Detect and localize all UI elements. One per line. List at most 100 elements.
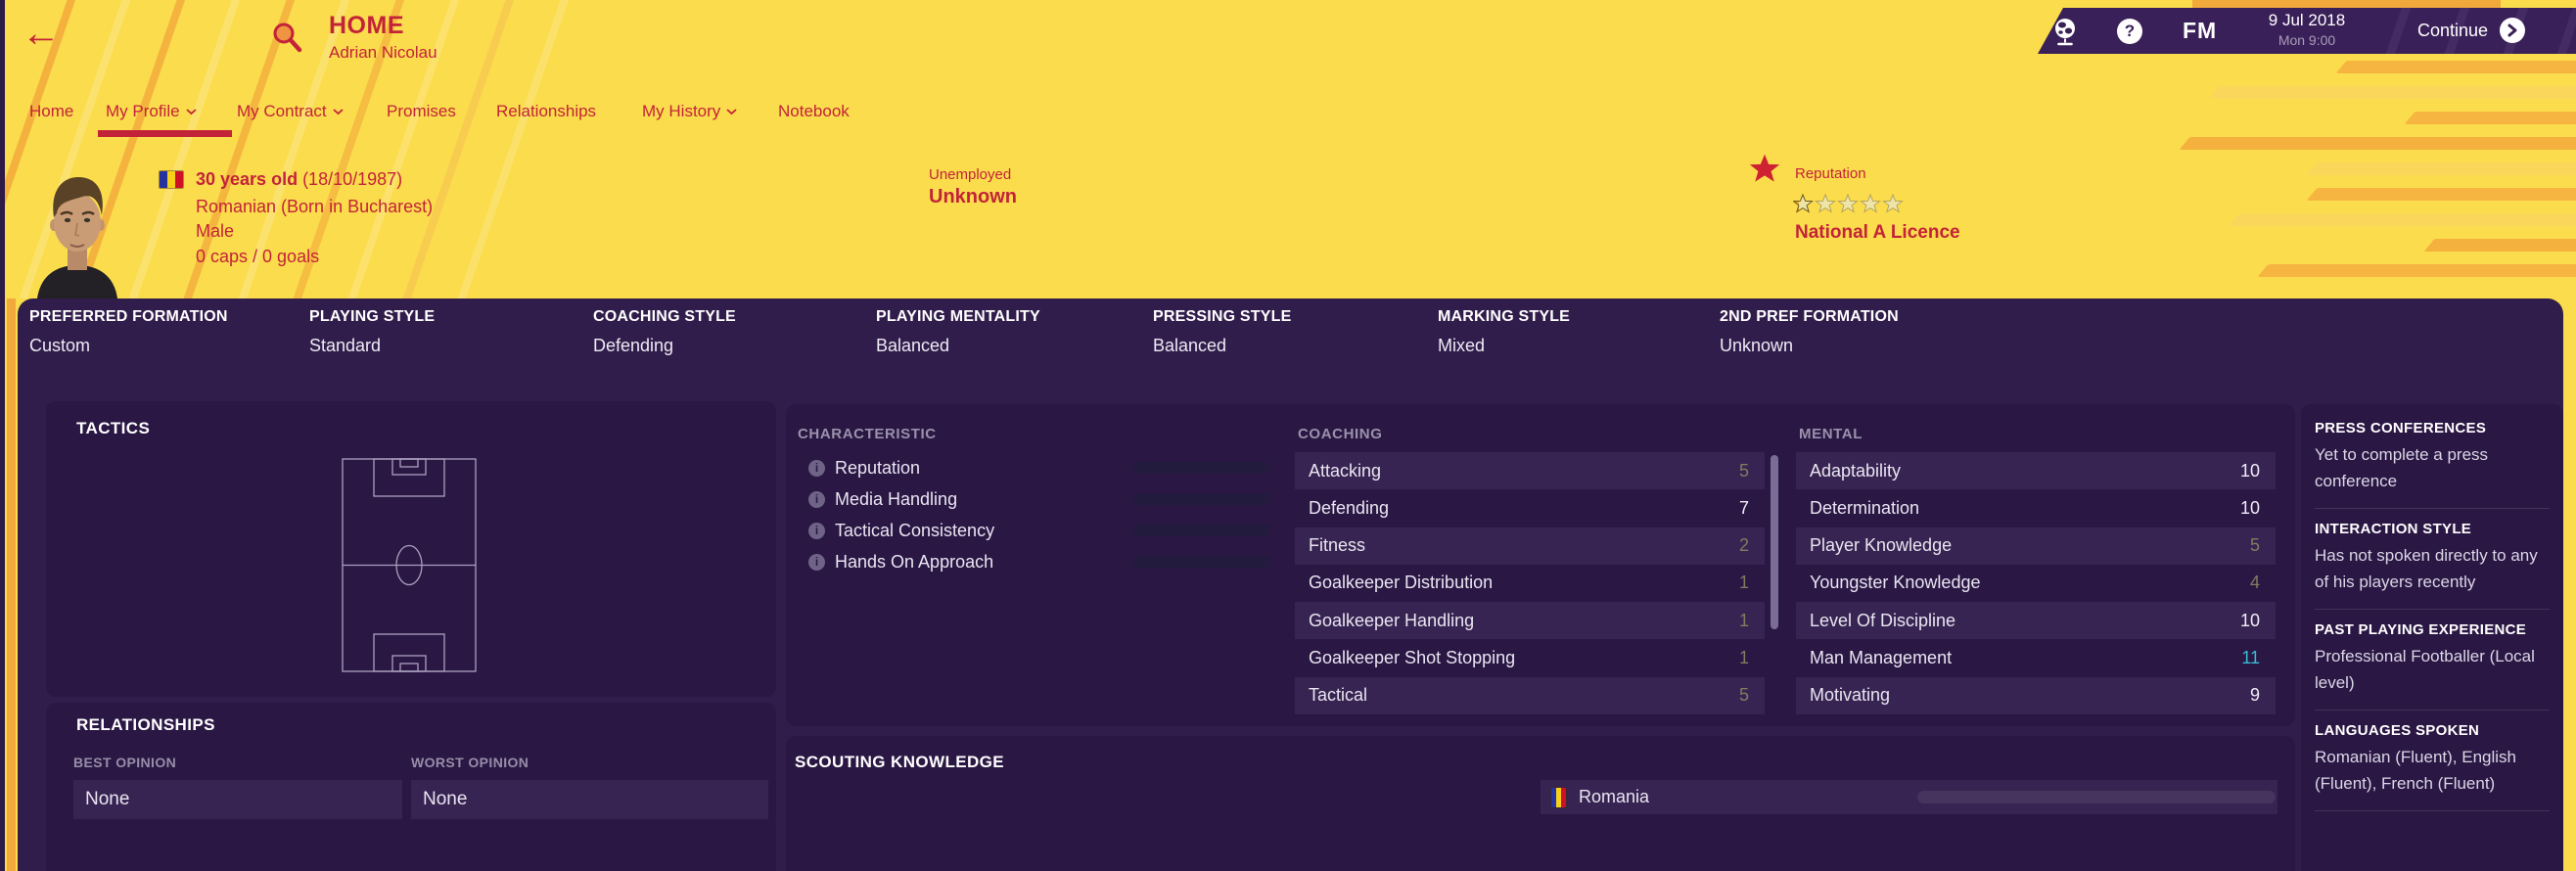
mental-header: MENTAL [1799,426,1863,442]
attribute-label: Attacking [1309,460,1382,481]
summary-label: 2ND PREF FORMATION [1720,308,1899,325]
attribute-row: Man Management 11 [1796,639,2276,676]
employment-status: Unemployed [929,166,1012,183]
nav-label: Relationships [496,102,597,120]
attribute-row: Goalkeeper Shot Stopping 1 [1295,639,1765,676]
attribute-value: 9 [2249,685,2260,706]
attribute-row: Tactical 5 [1295,676,1765,714]
info-icon[interactable]: i [808,522,825,539]
attribute-value: 1 [1738,573,1749,593]
top-bar: ? FM 9 Jul 2018 Mon 9:00 Continue [2038,8,2576,54]
club-name: Unknown [929,186,1017,207]
characteristic-bar [1133,525,1270,536]
football-pitch-diagram [342,458,477,677]
section-text: Has not spoken directly to any of his pl… [2315,546,2538,591]
summary-value: Standard [309,336,382,355]
summary-value: Mixed [1438,336,1486,355]
section-title: INTERACTION STYLE [2315,521,2472,537]
manager-info-side-panel: PRESS CONFERENCES Yet to complete a pres… [2301,404,2563,871]
attribute-label: Fitness [1309,535,1366,556]
summary-value: Defending [593,336,674,355]
attribute-row: Goalkeeper Distribution 1 [1295,565,1765,602]
attribute-label: Man Management [1810,648,1953,668]
attribute-value: 10 [2239,497,2260,518]
past-playing-experience-section: PAST PLAYING EXPERIENCE Professional Foo… [2315,610,2550,711]
attribute-label: Goalkeeper Handling [1309,610,1475,630]
profile-nationality: Romanian (Born in Bucharest) [196,197,434,216]
help-icon[interactable]: ? [2117,19,2142,44]
attribute-row: Player Knowledge 5 [1796,527,2276,565]
attribute-value: 11 [2241,648,2260,668]
continue-button[interactable]: Continue [2417,18,2526,43]
age-rest: (18/10/1987) [298,169,403,189]
characteristic-bar [1133,462,1270,474]
romania-flag-icon [159,170,184,189]
attribute-row: Fitness 2 [1295,527,1765,565]
attribute-value: 1 [1738,648,1749,668]
date-time-widget[interactable]: 9 Jul 2018 Mon 9:00 [2243,11,2370,48]
nav-item-notebook[interactable]: Notebook [778,99,850,124]
reputation-label: Reputation [1795,165,1866,182]
attribute-value: 2 [1738,535,1749,556]
coaching-header: COACHING [1298,426,1383,442]
section-text: Yet to complete a press conference [2315,445,2489,490]
scouting-nation: Romania [1579,787,1650,806]
knowledge-bar [1917,791,2276,803]
continue-label: Continue [2417,20,2489,40]
coaching-scrollbar[interactable] [1771,455,1778,629]
summary-value: Custom [29,336,91,355]
page-title: HOME [329,12,404,39]
nav-item-my-history[interactable]: My History [642,99,737,124]
decor-horizontal-stripes [2104,61,2576,298]
characteristic-label: Media Handling [835,488,958,509]
summary-value: Balanced [876,336,950,355]
attribute-label: Motivating [1810,685,1891,706]
coaching-licence: National A Licence [1795,222,1960,243]
attribute-value: 4 [2249,573,2260,593]
summary-value: Balanced [1153,336,1227,355]
world-globe-icon[interactable] [2051,17,2079,46]
nav-label: My Contract [237,102,327,120]
best-opinion-label: BEST OPINION [73,755,177,770]
nav-item-my-contract[interactable]: My Contract [237,99,344,124]
date-label: 9 Jul 2018 [2268,11,2346,29]
attribute-value: 5 [2249,535,2260,556]
attribute-row: Adaptability 10 [1796,452,2276,490]
attribute-label: Goalkeeper Distribution [1309,573,1494,593]
attribute-row: Goalkeeper Handling 1 [1295,602,1765,640]
nav-item-promises[interactable]: Promises [387,99,456,124]
tactics-title: TACTICS [76,419,151,437]
attribute-row: Attacking 5 [1295,452,1765,490]
back-button[interactable]: ← [22,14,61,53]
nav-item-relationships[interactable]: Relationships [496,99,596,124]
fm-manager-profile-screen: ← HOME Adrian Nicolau ? FM 9 Jul 2018 Mo… [0,0,2576,871]
nav-label: Notebook [778,102,850,120]
fm-logo[interactable]: FM [2183,18,2217,44]
attribute-label: Tactical [1309,685,1368,706]
attribute-row: Defending 7 [1295,489,1765,527]
attribute-label: Goalkeeper Shot Stopping [1309,648,1516,668]
nav-item-my-profile[interactable]: My Profile [106,99,197,124]
info-icon[interactable]: i [808,490,825,508]
best-opinion-value: None [73,780,402,819]
time-label: Mon 9:00 [2277,32,2336,48]
chevron-down-icon [726,108,737,115]
decor-top-strip [2192,0,2501,8]
characteristic-bar [1133,556,1270,568]
profile-gender: Male [196,221,235,241]
attribute-label: Player Knowledge [1810,535,1953,556]
reputation-star-icon [1749,153,1780,189]
info-icon[interactable]: i [808,553,825,571]
characteristic-row: i Tactical Consistency [801,515,1270,546]
mental-table: Adaptability 10 Determination 10 Player Kn… [1796,452,2276,714]
characteristic-bar [1133,493,1270,505]
nav-item-home[interactable]: Home [29,99,73,124]
info-icon[interactable]: i [808,459,825,477]
attribute-value: 10 [2239,460,2260,481]
search-icon[interactable] [270,20,305,55]
characteristic-list: i Reputation i Media Handling i Tactical… [801,452,1270,577]
profile-age-line: 30 years old (18/10/1987) [196,167,402,191]
nav-label: My History [642,102,721,120]
relationships-title: RELATIONSHIPS [76,715,215,734]
section-title: LANGUAGES SPOKEN [2315,722,2480,739]
